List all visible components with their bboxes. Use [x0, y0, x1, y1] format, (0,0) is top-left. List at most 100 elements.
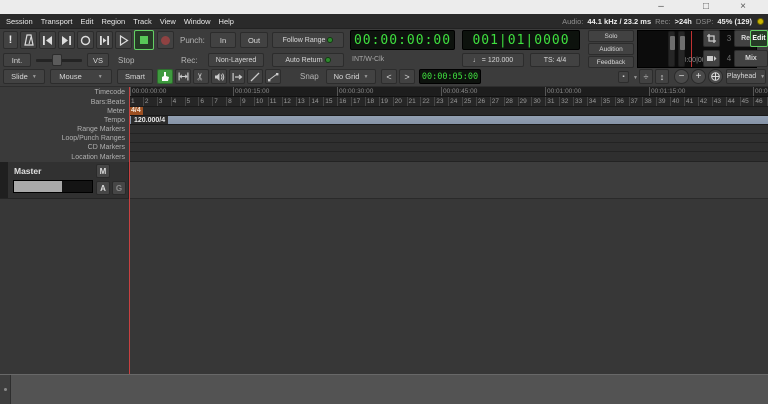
go-to-end-button[interactable] — [58, 31, 75, 49]
ruler-label-cd-markers[interactable]: CD Markers — [0, 143, 129, 152]
nudge-back-button[interactable]: < — [381, 69, 397, 84]
summary-pane[interactable] — [0, 374, 768, 404]
edit-automation-tool-button[interactable] — [265, 69, 281, 84]
monitor-fader-right[interactable] — [678, 31, 685, 67]
menu-edit[interactable]: Edit — [77, 17, 98, 26]
ruler-label-location-markers[interactable]: Location Markers — [0, 152, 129, 162]
ruler-label-meter[interactable]: Meter — [0, 107, 129, 116]
editor-page-button[interactable]: Edit — [750, 30, 768, 47]
loop-button[interactable] — [77, 31, 94, 49]
audition-tool-button[interactable] — [211, 69, 227, 84]
marker-visibility-caret-icon[interactable]: ▼ — [633, 75, 638, 81]
menu-track[interactable]: Track — [129, 17, 155, 26]
mute-button[interactable]: M — [96, 164, 110, 178]
edit-mode-dropdown[interactable]: Slide ▼ — [3, 69, 45, 84]
bar-number: 16 — [339, 98, 347, 105]
loop-punch-ruler[interactable] — [129, 134, 768, 143]
maximize-button[interactable]: □ — [699, 1, 713, 13]
shrink-tracks-button[interactable]: ÷ — [639, 69, 653, 84]
menu-transport[interactable]: Transport — [37, 17, 77, 26]
punch-in-button[interactable]: In — [210, 32, 236, 48]
mixer-page-button[interactable]: Mix — [734, 50, 768, 67]
menu-region[interactable]: Region — [97, 17, 129, 26]
smart-mode-button[interactable]: Smart — [117, 69, 153, 84]
feedback-button[interactable]: Feedback — [588, 56, 634, 68]
monitor-fader-left-handle[interactable] — [670, 36, 675, 50]
record-button[interactable] — [157, 31, 174, 49]
ruler-label-tempo[interactable]: Tempo — [0, 116, 129, 125]
tempo-marker[interactable]: 120.000/4 — [131, 116, 169, 124]
auto-return-button[interactable]: Auto Return — [272, 53, 344, 67]
summary-handle-icon[interactable] — [4, 388, 7, 391]
meterbridge-window-button[interactable] — [703, 50, 720, 67]
tempo-button[interactable]: ♩ = 120.000 — [462, 53, 524, 67]
tempo-ruler[interactable]: 120.000/4 — [129, 116, 768, 125]
track-name-label[interactable]: Master — [14, 166, 41, 176]
nudge-clock[interactable]: 00:00:05:00 — [419, 69, 481, 84]
midi-panic-button[interactable]: ! — [3, 31, 18, 49]
play-range-button[interactable] — [96, 31, 113, 49]
follow-range-led-icon — [327, 37, 334, 43]
menu-help[interactable]: Help — [215, 17, 238, 26]
nudge-forward-button[interactable]: > — [399, 69, 415, 84]
bars-beats-ruler[interactable]: 1 2 3 4 5 6 7 8 9 10 11 12 13 14 15 16 17 18 19 20 21 22 23 24 2… — [129, 97, 768, 107]
zoom-to-session-button[interactable] — [708, 69, 723, 84]
time-signature-button[interactable]: TS: 4/4 — [530, 53, 580, 67]
bar-number: 46 — [755, 98, 763, 105]
solo-button[interactable]: Solo — [588, 30, 634, 42]
master-gain-fader[interactable] — [13, 180, 93, 193]
grid-mode-dropdown[interactable]: No Grid ▼ — [326, 69, 376, 84]
selection-tool-window-button[interactable] — [703, 30, 720, 47]
monitor-fader-right-handle[interactable] — [680, 36, 685, 50]
marker-visibility-button[interactable]: ▪ — [618, 71, 629, 83]
primary-clock[interactable]: 00:00:00:00 — [350, 30, 455, 50]
sync-source-label[interactable]: INT/W-Clk — [352, 56, 384, 63]
play-button[interactable] — [115, 31, 132, 49]
range-markers-ruler[interactable] — [129, 125, 768, 134]
expand-tracks-button[interactable]: ↕ — [655, 69, 669, 84]
playhead-line[interactable] — [129, 87, 130, 374]
zoom-out-button[interactable]: − — [674, 69, 689, 84]
minimize-button[interactable]: – — [654, 1, 668, 13]
track-color-strip — [0, 162, 8, 198]
cut-tool-button[interactable]: ✂ — [193, 69, 209, 84]
punch-out-button[interactable]: Out — [240, 32, 268, 48]
go-to-start-button[interactable] — [39, 31, 56, 49]
timecode-ruler[interactable]: 00:00:00:00 00:00:15:00 00:00:30:00 00:00:4… — [129, 87, 768, 97]
monitor-int-button[interactable]: Int. — [3, 53, 31, 67]
follow-range-button[interactable]: Follow Range — [272, 32, 344, 48]
range-tool-button[interactable] — [175, 69, 191, 84]
master-track-header[interactable]: Master M A G — [0, 162, 129, 199]
location-markers-ruler[interactable] — [129, 152, 768, 162]
zoom-focus-dropdown[interactable]: Playhead ▼ — [726, 69, 766, 84]
zoom-in-button[interactable]: + — [691, 69, 706, 84]
cd-markers-ruler[interactable] — [129, 143, 768, 152]
menu-session[interactable]: Session — [2, 17, 37, 26]
ruler-label-timecode[interactable]: Timecode — [0, 87, 129, 97]
stretch-tool-button[interactable] — [229, 69, 245, 84]
mouse-mode-dropdown[interactable]: Mouse ▼ — [50, 69, 112, 84]
draw-tool-button[interactable] — [247, 69, 263, 84]
meter-ruler[interactable]: 4/4 — [129, 107, 768, 116]
ruler-label-bars-beats[interactable]: Bars:Beats — [0, 97, 129, 107]
snap-label[interactable]: Snap — [300, 72, 319, 81]
secondary-clock[interactable]: 001|01|0000 — [462, 30, 580, 50]
rec-mode-button[interactable]: Non-Layered — [208, 53, 264, 67]
shuttle-slider-handle[interactable] — [52, 54, 62, 66]
close-button[interactable]: × — [736, 1, 750, 13]
varispeed-button[interactable]: VS — [87, 53, 109, 67]
audition-button[interactable]: Audition — [588, 43, 634, 55]
metronome-button[interactable] — [20, 31, 37, 49]
grab-tool-button[interactable] — [157, 69, 173, 84]
master-track-lane[interactable] — [129, 162, 768, 199]
stop-button[interactable] — [134, 30, 154, 50]
menu-view[interactable]: View — [156, 17, 180, 26]
monitor-fader-left[interactable] — [668, 31, 675, 67]
meter-marker[interactable]: 4/4 — [129, 107, 143, 115]
group-button[interactable]: G — [112, 181, 126, 195]
ruler-label-range-markers[interactable]: Range Markers — [0, 125, 129, 134]
automation-button[interactable]: A — [96, 181, 110, 195]
ruler-label-loop-punch-ranges[interactable]: Loop/Punch Ranges — [0, 134, 129, 143]
menu-window[interactable]: Window — [180, 17, 215, 26]
editor-canvas[interactable] — [0, 199, 768, 374]
